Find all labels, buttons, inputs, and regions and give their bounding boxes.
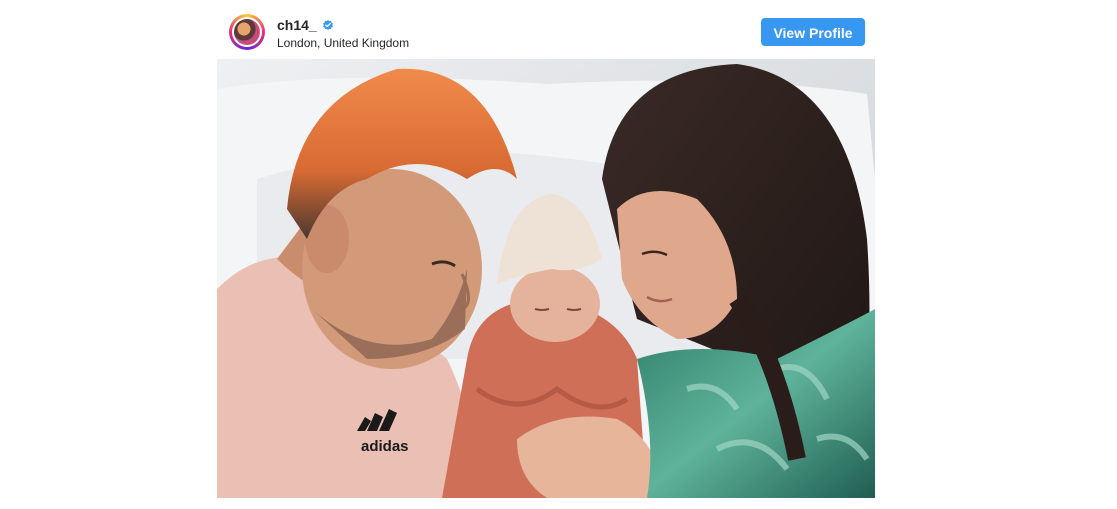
username[interactable]: ch14_ xyxy=(277,17,317,33)
post-header: ch14_ London, United Kingdom View Profil… xyxy=(217,0,875,59)
profile-picture[interactable] xyxy=(232,17,262,47)
user-info: ch14_ London, United Kingdom xyxy=(277,16,409,50)
post-photo[interactable]: adidas xyxy=(217,59,875,498)
photo-illustration: adidas xyxy=(217,59,875,498)
username-row: ch14_ xyxy=(277,16,409,34)
shirt-brand-text: adidas xyxy=(361,438,409,455)
instagram-embed: ch14_ London, United Kingdom View Profil… xyxy=(217,0,875,509)
location-link[interactable]: London, United Kingdom xyxy=(277,36,409,50)
view-profile-button[interactable]: View Profile xyxy=(761,18,865,46)
avatar[interactable] xyxy=(229,14,265,50)
verified-badge-icon xyxy=(322,20,333,30)
